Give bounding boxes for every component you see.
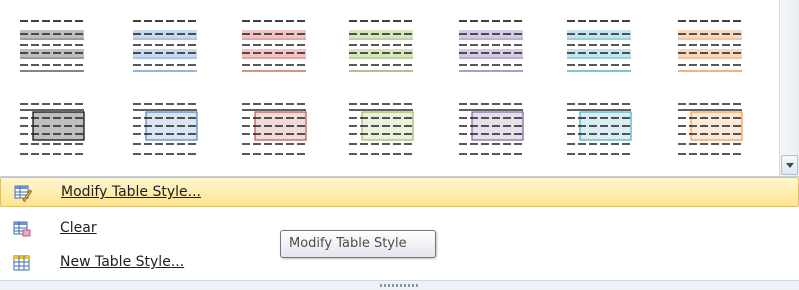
table-style-preview — [20, 20, 84, 72]
new-table-style-label: New Table Style... — [60, 254, 185, 270]
table-style-light-list-accent-3[interactable] — [347, 102, 415, 158]
table-style-light-shading-accent-6[interactable] — [676, 18, 744, 74]
tooltip: Modify Table Style — [280, 230, 436, 258]
new-table-style-icon — [13, 255, 30, 271]
table-style-preview — [133, 20, 197, 72]
table-style-light-list-accent-2[interactable] — [240, 102, 308, 158]
table-style-light-shading-accent-3[interactable] — [347, 18, 415, 74]
table-style-light-shading-accent-5[interactable] — [565, 18, 633, 74]
table-style-preview — [678, 20, 742, 72]
table-style-preview — [133, 103, 198, 155]
tooltip-text: Modify Table Style — [289, 236, 407, 251]
table-style-preview — [349, 103, 414, 155]
gallery-scrollbar[interactable] — [779, 0, 799, 176]
modify-table-style-menu-item[interactable]: Modify Table Style... — [0, 177, 799, 207]
modify-table-style-icon — [14, 185, 32, 202]
table-style-light-list[interactable] — [18, 102, 86, 158]
table-style-light-shading-accent-4[interactable] — [457, 18, 525, 74]
clear-label: Clear — [60, 220, 97, 236]
table-style-light-list-accent-4[interactable] — [457, 102, 525, 158]
clear-table-style-icon — [13, 221, 31, 237]
table-style-light-list-accent-6[interactable] — [676, 102, 744, 158]
table-style-preview — [567, 20, 631, 72]
table-style-preview — [678, 103, 743, 155]
table-style-gallery — [0, 0, 778, 176]
resize-grip[interactable] — [0, 280, 799, 290]
gallery-more-button[interactable] — [781, 155, 798, 175]
table-style-preview — [459, 20, 523, 72]
table-style-preview — [349, 20, 413, 72]
table-style-preview — [567, 103, 632, 155]
modify-table-style-label: Modify Table Style... — [61, 184, 202, 200]
table-style-preview — [459, 103, 524, 155]
grip-dots — [380, 284, 420, 287]
table-style-preview — [20, 103, 85, 155]
table-style-preview — [242, 103, 307, 155]
table-style-light-shading-accent-1[interactable] — [131, 18, 199, 74]
table-style-light-shading-accent-2[interactable] — [240, 18, 308, 74]
table-style-preview — [242, 20, 306, 72]
table-style-light-list-accent-1[interactable] — [131, 102, 199, 158]
table-style-plain-table-1[interactable] — [18, 18, 86, 74]
table-style-light-list-accent-5[interactable] — [565, 102, 633, 158]
